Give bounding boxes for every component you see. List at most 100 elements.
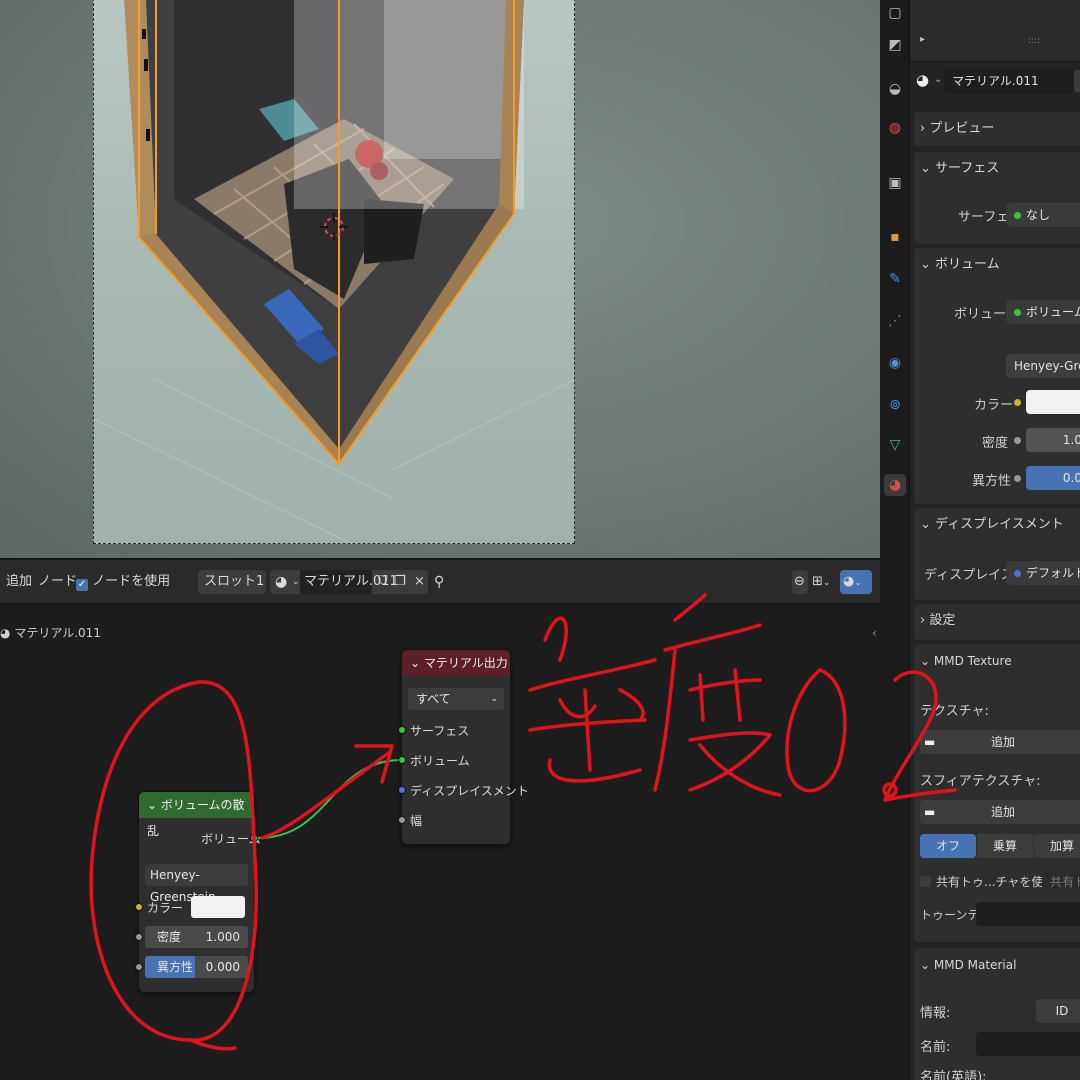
output-tab-icon[interactable]: ◒ (884, 78, 906, 100)
sphere-texture-add-button[interactable]: ▬ 追加 (920, 800, 1080, 824)
anisotropy-slider[interactable]: 異方性 0.000 (145, 956, 248, 978)
tool-tab-icon[interactable]: ▢ (884, 2, 906, 24)
volume-socket-label: ボリューム (410, 754, 470, 768)
displacement-header-label: ディスプレイスメント (935, 517, 1064, 532)
thickness-input-socket[interactable] (398, 816, 406, 824)
constraints-tab-icon[interactable]: ⊚ (884, 394, 906, 416)
expand-arrow-icon[interactable]: ▸ (920, 34, 925, 45)
shader-socket-icon (1014, 212, 1021, 219)
output-target-dropdown[interactable]: すべて ⌄ (408, 688, 504, 710)
data-tab-icon[interactable]: ▽ (884, 434, 906, 456)
shared-toon-checkbox[interactable] (920, 876, 931, 887)
vector-socket-icon (1014, 570, 1021, 577)
material-tab-icon[interactable]: ◕ (884, 474, 906, 496)
volume-scatter-node[interactable]: ⌄ ボリュームの散乱 ボリューム Henyey-Greenstein ⌄ カラー… (135, 792, 261, 992)
name-label: 名前: (920, 1040, 951, 1055)
phase-function-dropdown[interactable]: Henyey-Green (1006, 354, 1080, 378)
output-target-label: すべて (416, 692, 451, 706)
thickness-socket-label: 幅 (410, 814, 423, 828)
material-id-field[interactable]: ID (1036, 999, 1080, 1023)
render-tab-icon[interactable]: ◩ (884, 34, 906, 56)
displacement-field[interactable]: デフォルト (1006, 561, 1080, 585)
name-field[interactable] (976, 1032, 1080, 1056)
density-slider[interactable]: 密度 1.000 (145, 926, 248, 948)
expanded-arrow-icon: ⌄ (920, 257, 931, 272)
density-socket-icon (1014, 437, 1021, 444)
volume-input-socket[interactable] (398, 756, 406, 764)
color-input-socket[interactable] (135, 903, 143, 911)
sphere-mode-off-button[interactable]: オフ (920, 834, 976, 858)
scene-tab-icon[interactable]: ▣ (884, 172, 906, 194)
mmd-texture-header-label: MMD Texture (933, 654, 1012, 668)
toon-texture-field[interactable] (976, 902, 1080, 926)
material-output-node[interactable]: ⌄ マテリアル出力 すべて ⌄ サーフェス ボリューム ディスプレイスメント 幅 (398, 650, 529, 844)
physics-tab-icon[interactable]: ◉ (884, 352, 906, 374)
properties-tab-bar: ▢ ◩ ◒ ◍ ▣ ▪ ✎ ⋰ ◉ ⊚ ▽ ◕ (880, 0, 910, 1080)
surface-panel-header[interactable]: ⌄ サーフェス (914, 152, 1080, 186)
texture-add-button[interactable]: ▬ 追加 (920, 730, 1080, 754)
anisotropy-slider-label: 異方性 (157, 960, 194, 974)
properties-content: ▸ :::: ◕ ⌄ マテリアル.011 › プレビュー ⌄ サーフェス サーフ… (910, 0, 1080, 1080)
volume-scatter-header[interactable]: ⌄ ボリュームの散乱 (139, 792, 254, 838)
material-sphere-icon: ◕ (916, 71, 930, 89)
anisotropy-input-socket[interactable] (135, 963, 143, 971)
sphere-texture-label: スフィアテクスチャ: (920, 774, 1041, 789)
modifier-wrench-icon[interactable]: ✎ (884, 268, 906, 290)
mmd-material-header[interactable]: ⌄ MMD Material (914, 948, 1080, 982)
expanded-arrow-icon: ⌄ (920, 161, 931, 176)
shader-socket-icon (1014, 309, 1021, 316)
sphere-mode-multiply-button[interactable]: 乗算 (977, 834, 1033, 858)
surface-shader-field[interactable]: なし (1006, 203, 1080, 227)
density-input-socket[interactable] (135, 933, 143, 941)
surface-input-socket[interactable] (398, 726, 406, 734)
view-layer-tab-icon[interactable]: ◍ (884, 117, 906, 139)
mmd-material-panel: ⌄ MMD Material 情報: ID 名前: 名前(英語): (914, 948, 1080, 1080)
material-output-header[interactable]: ⌄ マテリアル出力 (402, 650, 510, 676)
drag-handle-icon[interactable]: :::: (1028, 36, 1040, 46)
material-name-field[interactable]: マテリアル.011 (944, 69, 1074, 93)
surface-panel: ⌄ サーフェス サーフェス なし (914, 152, 1080, 244)
material-output-title: マテリアル出力 (423, 656, 508, 670)
displacement-input-socket[interactable] (398, 786, 406, 794)
density-field[interactable]: 1.0 (1026, 428, 1080, 452)
settings-panel[interactable]: › 設定 (914, 604, 1080, 640)
displacement-panel-header[interactable]: ⌄ ディスプレイスメント (914, 508, 1080, 542)
volume-panel: ⌄ ボリューム ボリューム ボリュームの Henyey-Green カラー 密度… (914, 248, 1080, 504)
displacement-panel: ⌄ ディスプレイスメント ディスプレイス... デフォルト (914, 508, 1080, 600)
volume-shader-field[interactable]: ボリュームの (1006, 300, 1080, 324)
particles-tab-icon[interactable]: ⋰ (884, 310, 906, 332)
collapse-chevron-icon[interactable]: ⌄ (147, 798, 157, 812)
volume-output-socket[interactable] (250, 834, 258, 842)
expanded-arrow-icon: ⌄ (920, 958, 931, 972)
name-en-label: 名前(英語): (920, 1070, 987, 1080)
object-tab-icon[interactable]: ▪ (884, 226, 906, 248)
render-region (93, 0, 575, 544)
preview-panel[interactable]: › プレビュー (914, 112, 1080, 146)
mmd-material-header-label: MMD Material (933, 958, 1017, 972)
info-label: 情報: (920, 1006, 951, 1021)
3d-viewport[interactable] (0, 0, 880, 558)
anisotropy-slider-value: 0.000 (205, 960, 240, 974)
density-slider-label: 密度 (157, 930, 182, 944)
mmd-texture-header[interactable]: ⌄ MMD Texture (914, 644, 1080, 678)
volume-value: ボリュームの (1026, 305, 1080, 319)
fake-user-button[interactable] (1074, 70, 1080, 92)
texture-label: テクスチャ: (920, 704, 989, 719)
surface-header-label: サーフェス (935, 161, 1000, 176)
collapse-chevron-icon[interactable]: ⌄ (410, 656, 420, 670)
surface-socket-label: サーフェス (410, 724, 470, 738)
material-selector[interactable]: ◕ ⌄ マテリアル.011 (914, 68, 1080, 94)
shared-toon-field[interactable]: 共有ト (1042, 870, 1080, 894)
phase-dropdown[interactable]: Henyey-Greenstein ⌄ (145, 864, 248, 904)
sphere-mode-add-button[interactable]: 加算 (1034, 834, 1080, 858)
displacement-socket-label: ディスプレイスメント (410, 784, 529, 798)
anisotropy-field[interactable]: 0.0 (1026, 466, 1080, 490)
volume-panel-header[interactable]: ⌄ ボリューム (914, 248, 1080, 282)
color-swatch[interactable] (191, 896, 245, 918)
displacement-value: デフォルト (1026, 566, 1080, 580)
density-slider-value: 1.000 (205, 930, 240, 944)
preview-label: プレビュー (929, 121, 995, 136)
shader-node-editor[interactable]: 追加 ノード ✓ ノードを使用 スロット1 ⌄ ◕ ⌄ マテリアル.011 ⛉ … (0, 560, 880, 1080)
properties-editor: ▢ ◩ ◒ ◍ ▣ ▪ ✎ ⋰ ◉ ⊚ ▽ ◕ ▸ :::: ◕ ⌄ マテリアル… (880, 0, 1080, 1080)
volume-color-swatch[interactable] (1026, 390, 1080, 414)
